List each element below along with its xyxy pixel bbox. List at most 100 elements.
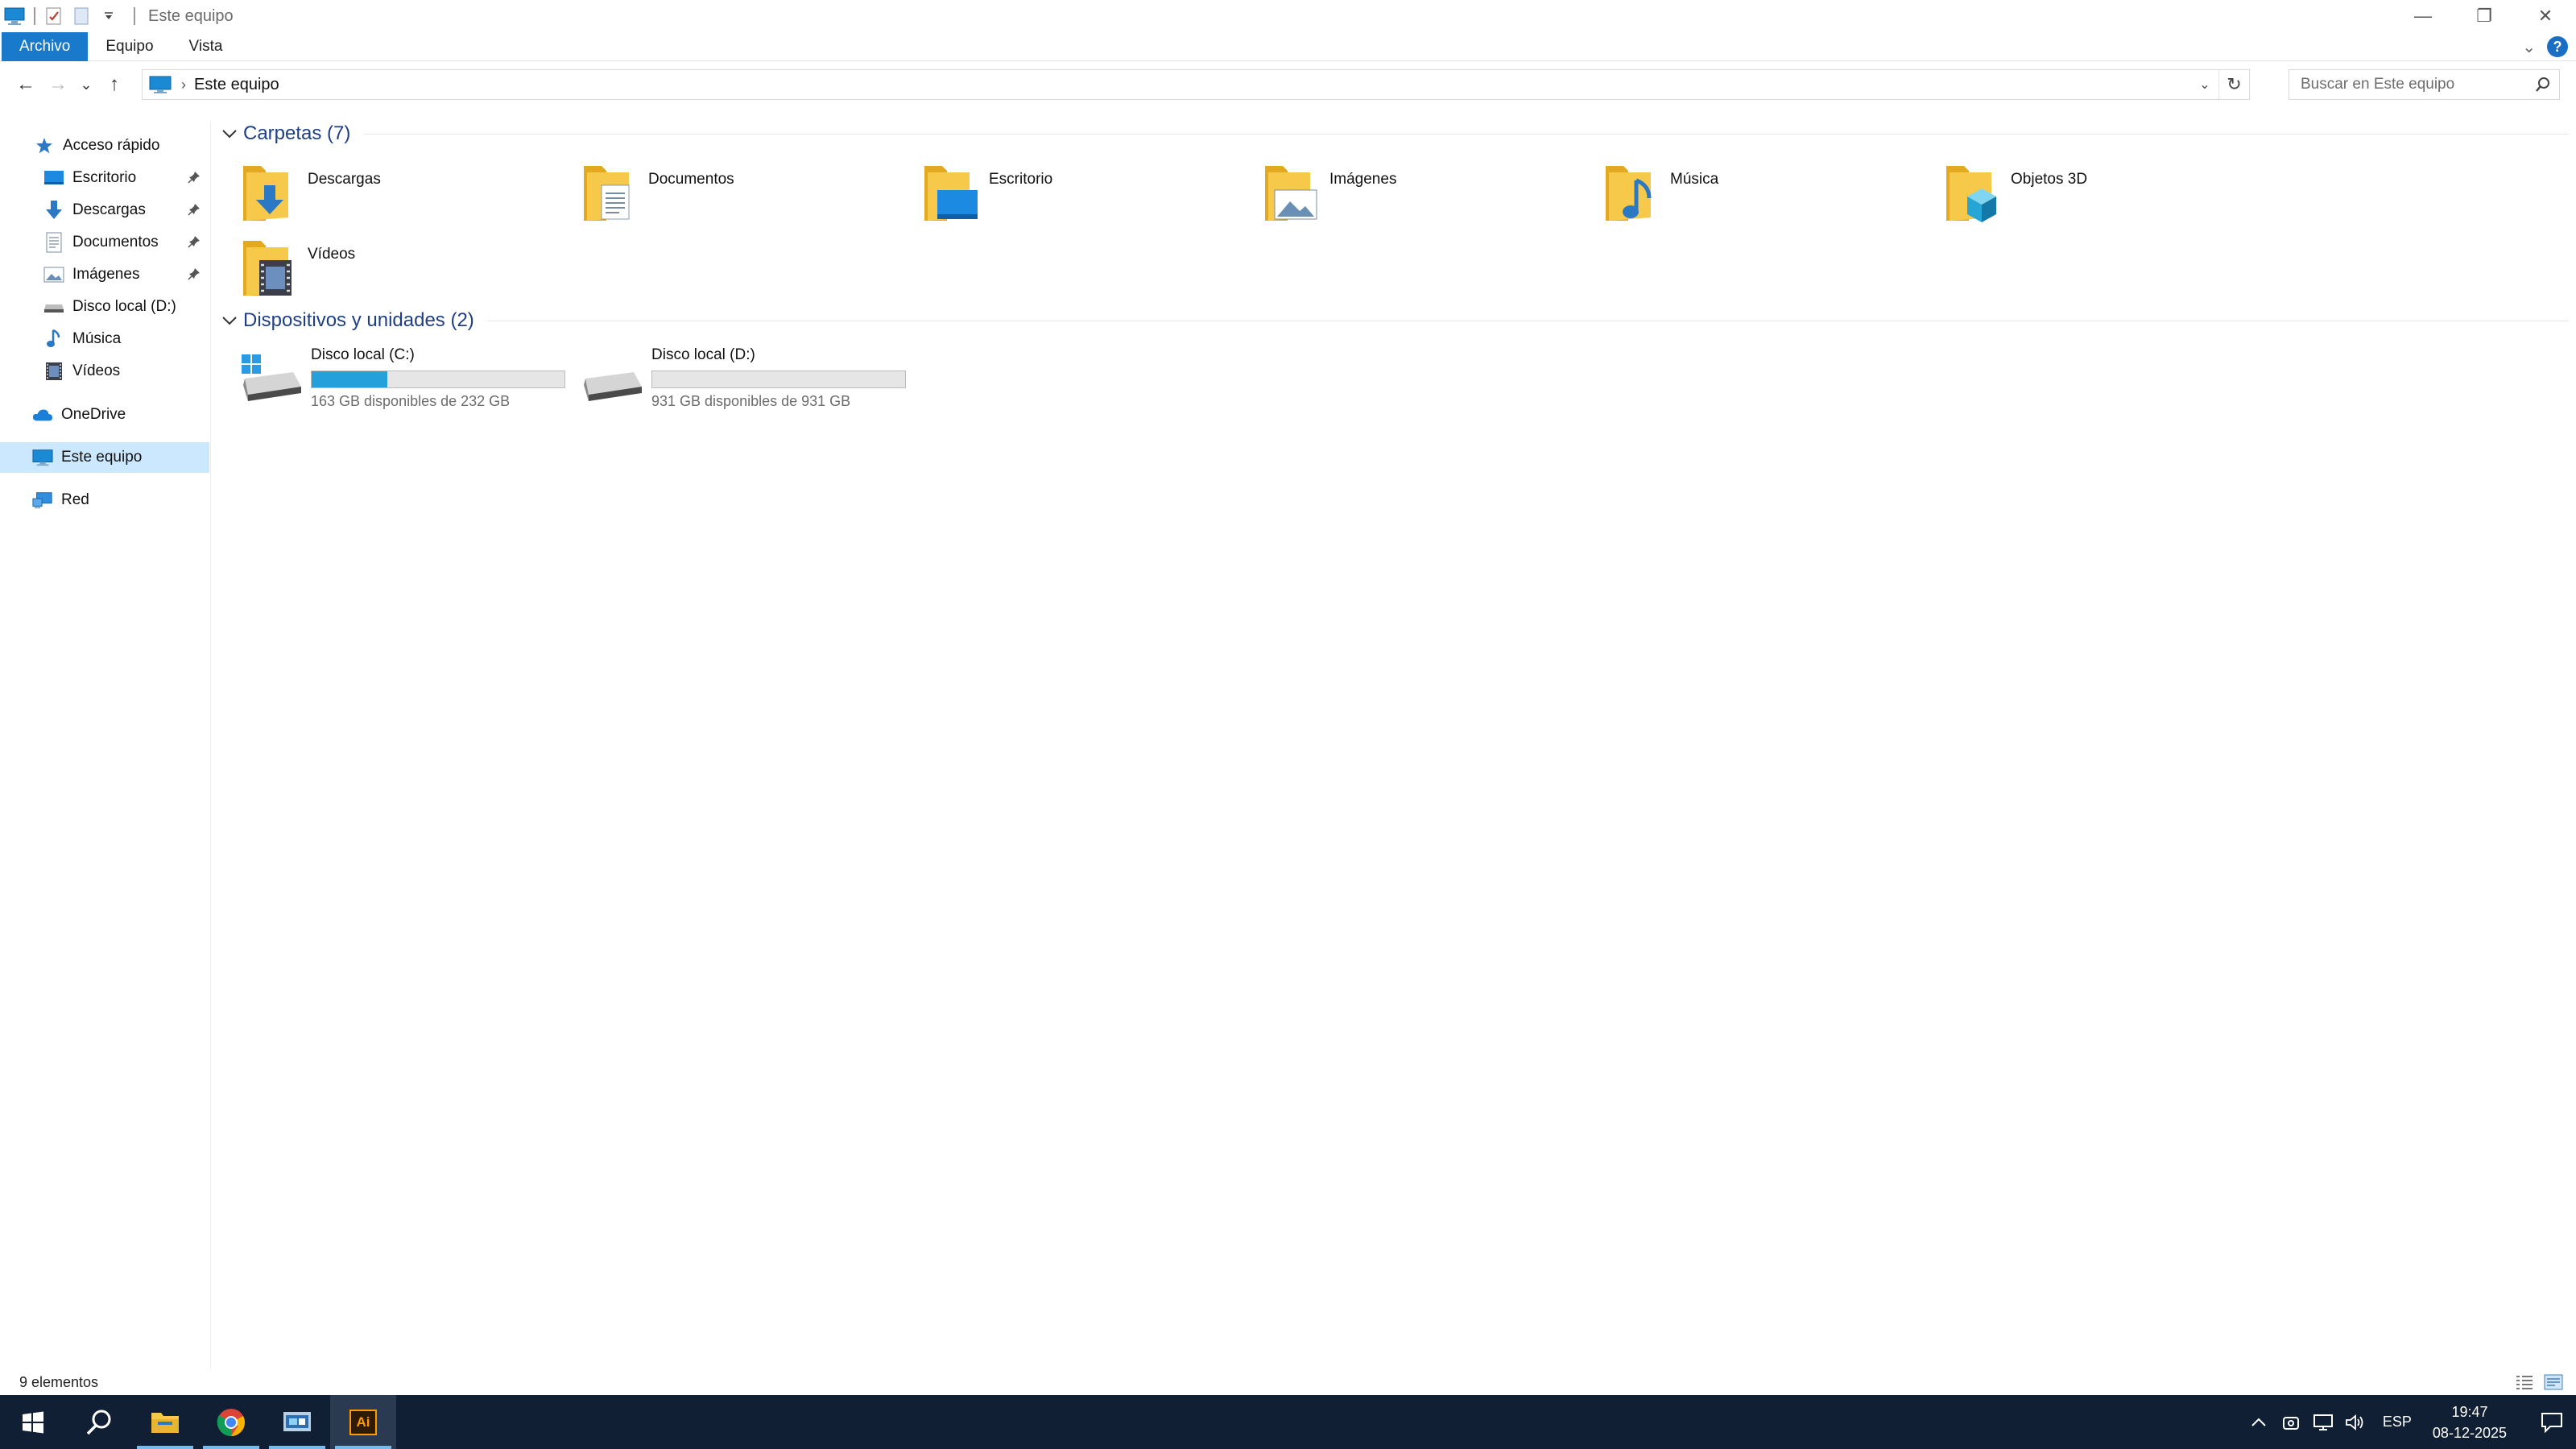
navigation-bar: ← → ⌄ ↑ › Este equipo ⌄ ↻ — [0, 64, 2576, 105]
folder-musica[interactable]: Música — [1604, 161, 1926, 230]
sidebar-item-red[interactable]: Red — [0, 485, 209, 515]
tab-equipo[interactable]: Equipo — [88, 32, 171, 61]
sidebar-item-label: Disco local (D:) — [72, 298, 176, 315]
item-count: 9 elementos — [19, 1373, 99, 1390]
address-actions: ⌄ ↻ — [2191, 70, 2249, 99]
folder-videos[interactable]: Vídeos — [242, 236, 564, 305]
sidebar-item-este-equipo[interactable]: Este equipo — [0, 442, 209, 473]
drive-c[interactable]: Disco local (C:) 163 GB disponibles de 2… — [240, 342, 578, 414]
system-drive-icon — [240, 346, 304, 411]
notification-center-icon[interactable] — [2528, 1395, 2576, 1449]
input-language[interactable]: ESP — [2383, 1414, 2412, 1430]
pictures-icon — [43, 264, 64, 285]
folder-imagenes[interactable]: Imágenes — [1263, 161, 1586, 230]
this-pc-icon[interactable] — [3, 5, 26, 27]
ribbon-tabs: Archivo Equipo Vista ⌄ ? — [0, 31, 2576, 61]
sidebar-item-label: Imágenes — [72, 266, 140, 283]
sidebar-item-disco-local-d[interactable]: Disco local (D:) — [0, 292, 209, 322]
tab-archivo[interactable]: Archivo — [2, 31, 89, 61]
folder-escritorio[interactable]: Escritorio — [923, 161, 1245, 230]
up-button[interactable]: ↑ — [98, 68, 130, 101]
chrome-icon[interactable] — [198, 1395, 264, 1449]
large-icons-view-icon[interactable] — [2542, 1372, 2565, 1392]
pin-icon[interactable] — [187, 267, 201, 281]
chevron-down-icon[interactable] — [217, 128, 242, 139]
group-divider — [363, 133, 2569, 135]
clock-time: 19:47 — [2451, 1403, 2488, 1420]
desktop-icon — [43, 168, 64, 188]
group-header-folders[interactable]: Carpetas (7) — [217, 118, 2569, 150]
this-pc-icon — [32, 447, 53, 468]
window-controls: — ❐ ✕ — [2392, 0, 2576, 32]
expand-ribbon-icon[interactable]: ⌄ — [2522, 37, 2536, 57]
remote-desktop-icon[interactable] — [264, 1395, 330, 1449]
videos-folder-icon — [242, 236, 300, 300]
taskbar: Ai ESP 19:47 08-12-2025 — [0, 1395, 2576, 1449]
pin-icon[interactable] — [187, 202, 201, 217]
folder-name: Escritorio — [989, 171, 1053, 188]
folder-documentos[interactable]: Documentos — [582, 161, 904, 230]
chevron-up-icon[interactable] — [2243, 1395, 2275, 1449]
address-bar[interactable]: › Este equipo ⌄ ↻ — [142, 69, 2250, 100]
close-button[interactable]: ✕ — [2515, 0, 2576, 32]
minimize-button[interactable]: — — [2392, 0, 2454, 32]
folder-descargas[interactable]: Descargas — [242, 161, 564, 230]
maximize-button[interactable]: ❐ — [2454, 0, 2515, 32]
sidebar-item-escritorio[interactable]: Escritorio — [0, 163, 209, 193]
sidebar-item-videos[interactable]: Vídeos — [0, 356, 209, 387]
clock[interactable]: 19:47 08-12-2025 — [2433, 1401, 2507, 1443]
search-box[interactable] — [2289, 69, 2560, 100]
meet-now-icon[interactable] — [2275, 1395, 2307, 1449]
network-icon[interactable] — [2307, 1395, 2339, 1449]
sidebar-item-descargas[interactable]: Descargas — [0, 195, 209, 226]
customize-toolbar-icon[interactable] — [98, 6, 119, 27]
file-explorer-icon[interactable] — [132, 1395, 198, 1449]
pin-icon[interactable] — [187, 234, 201, 249]
chevron-down-icon[interactable] — [217, 315, 242, 326]
folder-objetos-3d[interactable]: Objetos 3D — [1945, 161, 2267, 230]
status-bar: 9 elementos — [0, 1369, 2576, 1395]
start-icon[interactable] — [0, 1395, 66, 1449]
sidebar-item-label: Documentos — [72, 234, 159, 250]
search-icon[interactable] — [2535, 77, 2551, 93]
illustrator-icon[interactable]: Ai — [330, 1395, 396, 1449]
title-bar: Este equipo — ❐ ✕ — [0, 0, 2576, 32]
drive-free-space: 931 GB disponibles de 931 GB — [651, 393, 851, 409]
details-view-icon[interactable] — [2513, 1372, 2536, 1392]
forward-button[interactable]: → — [42, 68, 74, 101]
navigation-pane: Acceso rápido Escritorio Descargas Docum… — [0, 121, 211, 1369]
tab-vista[interactable]: Vista — [172, 32, 241, 61]
breadcrumb-separator[interactable]: › — [181, 77, 186, 93]
folder-name: Descargas — [308, 171, 381, 188]
sidebar-item-imagenes[interactable]: Imágenes — [0, 259, 209, 290]
sidebar-item-musica[interactable]: Música — [0, 324, 209, 354]
search-input[interactable] — [2301, 76, 2526, 93]
drive-usage-bar — [651, 371, 906, 388]
recent-locations-button[interactable]: ⌄ — [74, 68, 98, 101]
toolbar-divider — [34, 7, 35, 25]
properties-icon[interactable] — [43, 6, 64, 27]
folder-name: Imágenes — [1329, 171, 1397, 188]
sidebar-item-onedrive[interactable]: OneDrive — [0, 400, 209, 430]
search-icon[interactable] — [66, 1395, 132, 1449]
volume-icon[interactable] — [2339, 1395, 2371, 1449]
music-folder-icon — [1604, 161, 1662, 226]
back-button[interactable]: ← — [10, 68, 42, 101]
refresh-button[interactable]: ↻ — [2218, 70, 2249, 99]
drive-name: Disco local (D:) — [651, 346, 755, 363]
pin-icon[interactable] — [187, 170, 201, 184]
clock-date: 08-12-2025 — [2432, 1424, 2507, 1441]
content-area: Carpetas (7) Descargas Documentos Escrit… — [217, 113, 2569, 1369]
address-history-dropdown[interactable]: ⌄ — [2191, 70, 2218, 99]
sidebar-item-quick-access[interactable]: Acceso rápido — [0, 130, 209, 161]
help-icon[interactable]: ? — [2547, 36, 2568, 57]
drive-icon — [581, 346, 645, 411]
breadcrumb-this-pc[interactable]: Este equipo — [194, 76, 279, 94]
folder-name: Música — [1670, 171, 1719, 188]
sidebar-item-label: Este equipo — [61, 449, 143, 466]
sidebar-item-documentos[interactable]: Documentos — [0, 227, 209, 258]
new-folder-icon[interactable] — [71, 6, 92, 27]
drive-d[interactable]: Disco local (D:) 931 GB disponibles de 9… — [581, 342, 919, 414]
sidebar-item-label: OneDrive — [61, 406, 126, 423]
group-header-devices[interactable]: Dispositivos y unidades (2) — [217, 304, 2569, 337]
